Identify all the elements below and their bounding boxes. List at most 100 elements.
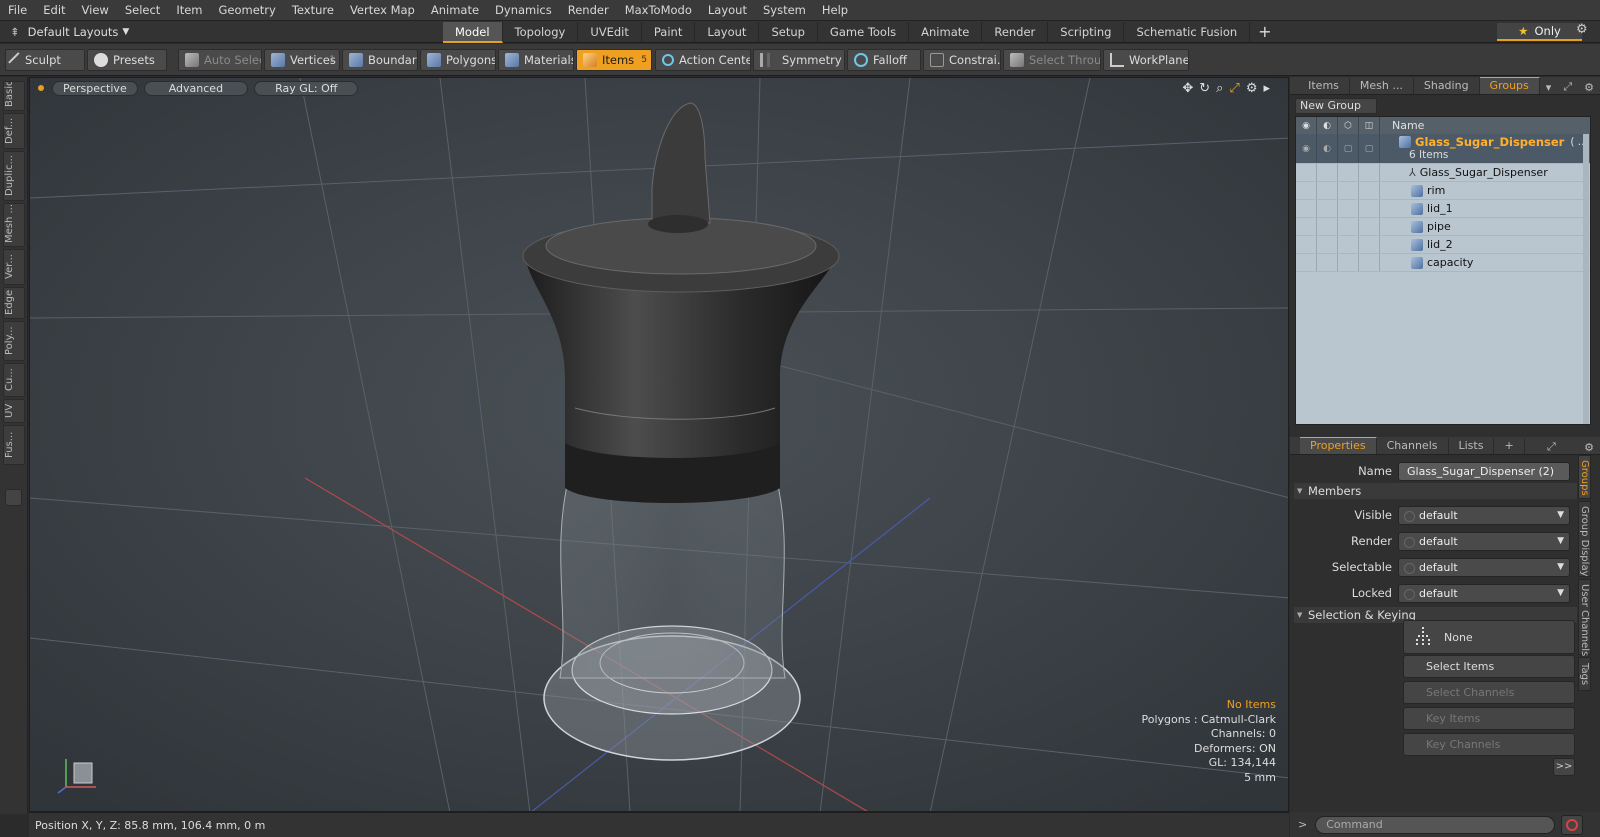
sculpt-button[interactable]: Sculpt [5,49,85,71]
tree-row[interactable]: ⅄ Glass_Sugar_Dispenser [1296,164,1590,182]
render-toggle[interactable]: ◐ [1317,134,1338,163]
tab-paint[interactable]: Paint [642,22,696,43]
key-channels-button[interactable]: Key Channels [1403,733,1575,756]
tree-scrollbar[interactable] [1583,134,1589,424]
visibility-toggle[interactable]: ◉ [1296,134,1317,163]
visibility-header-icon[interactable]: ◉ [1296,117,1317,134]
new-group-button[interactable]: New Group [1295,98,1377,114]
advanced-button[interactable]: Advanced [143,80,249,96]
tree-row[interactable]: pipe [1296,218,1590,236]
left-tab-fusion[interactable]: Fus... [3,425,25,465]
left-tab-expand-button[interactable] [5,489,22,506]
only-button[interactable]: ★ Only [1497,23,1582,41]
auto-select-button[interactable]: Auto Select [178,49,262,71]
left-tab-mesh[interactable]: Mesh ... [3,203,25,247]
key-items-button[interactable]: Key Items [1403,707,1575,730]
fit-view-icon[interactable]: ⤢ [1229,81,1239,96]
render-header-icon[interactable]: ◐ [1317,117,1338,134]
menu-file[interactable]: File [0,0,35,21]
selectable-dropdown[interactable]: default ▼ [1398,557,1570,577]
left-tab-duplicate[interactable]: Duplic... [3,151,25,201]
side-tab-groups[interactable]: Groups [1578,455,1591,499]
left-tab-polygon[interactable]: Poly... [3,321,25,361]
tab-schematic-fusion[interactable]: Schematic Fusion [1124,22,1251,43]
group-row[interactable]: ◉ ◐ ▢ ▢ Glass_Sugar_Dispenser ( ... 6 It… [1296,134,1590,164]
menu-help[interactable]: Help [814,0,856,21]
add-tab-icon[interactable]: + [1250,21,1279,43]
tree-row[interactable]: lid_2 [1296,236,1590,254]
locked-dropdown[interactable]: default ▼ [1398,583,1570,603]
left-tab-edge[interactable]: Edge [3,287,25,319]
tab-items[interactable]: Items [1298,78,1350,94]
menu-view[interactable]: View [74,0,117,21]
tab-animate[interactable]: Animate [909,22,983,43]
more-button[interactable]: >> [1553,758,1575,776]
perspective-button[interactable]: Perspective [52,80,138,96]
constraints-button[interactable]: Constrai... [923,49,1001,71]
menu-render[interactable]: Render [560,0,617,21]
menu-dynamics[interactable]: Dynamics [487,0,560,21]
tab-lists[interactable]: Lists [1449,438,1495,454]
viewport-menu-dot[interactable] [38,85,44,91]
keying-none-button[interactable]: None [1403,620,1575,654]
menu-animate[interactable]: Animate [423,0,487,21]
tab-setup[interactable]: Setup [759,22,818,43]
tab-shading[interactable]: Shading [1414,78,1480,94]
side-tab-tags[interactable]: Tags [1578,657,1591,691]
select-header-icon[interactable]: ◫ [1359,117,1380,134]
render-dropdown[interactable]: default ▼ [1398,531,1570,551]
menu-system[interactable]: System [755,0,814,21]
items-button[interactable]: Items 5 [576,49,652,71]
menu-vertex-map[interactable]: Vertex Map [342,0,423,21]
tab-groups[interactable]: Groups [1479,77,1540,94]
menu-layout[interactable]: Layout [700,0,755,21]
tab-topology[interactable]: Topology [503,22,579,43]
move-view-icon[interactable]: ✥ [1182,81,1193,96]
workplane-button[interactable]: WorkPlane [1103,49,1189,71]
tab-properties[interactable]: Properties [1300,437,1377,454]
tab-mesh[interactable]: Mesh ... [1350,78,1414,94]
zoom-view-icon[interactable]: ⌕ [1216,81,1223,96]
menu-item[interactable]: Item [168,0,210,21]
menu-edit[interactable]: Edit [35,0,73,21]
raygl-button[interactable]: Ray GL: Off [254,80,359,96]
layout-selector[interactable]: ⇞ Default Layouts ▼ [0,25,150,39]
gear-icon[interactable]: ⚙ [1576,22,1588,37]
tree-row[interactable]: capacity [1296,254,1590,272]
vertices-button[interactable]: Vertices 1 [264,49,340,71]
viewport-gear-icon[interactable]: ⚙ [1246,81,1258,96]
falloff-button[interactable]: Falloff [847,49,921,71]
tab-uvedit[interactable]: UVEdit [578,22,642,43]
action-center-button[interactable]: Action Center [655,49,751,71]
tab-render[interactable]: Render [982,22,1049,43]
side-tab-group-display[interactable]: Group Display [1578,501,1591,577]
select-through-button[interactable]: Select Through [1003,49,1101,71]
left-tab-uv[interactable]: UV [3,399,25,423]
presets-button[interactable]: Presets [87,49,167,71]
select-channels-button[interactable]: Select Channels [1403,681,1575,704]
tree-row[interactable]: lid_1 [1296,200,1590,218]
menu-geometry[interactable]: Geometry [211,0,284,21]
left-tab-deform[interactable]: Def... [3,113,25,149]
tab-layout[interactable]: Layout [695,22,760,43]
3d-viewport[interactable]: Perspective Advanced Ray GL: Off ✥ ↻ ⌕ ⤢… [29,77,1289,812]
tabs-dropdown-icon[interactable]: ▾ [1540,81,1558,94]
polygons-button[interactable]: Polygons [420,49,496,71]
tab-scripting[interactable]: Scripting [1048,22,1125,43]
left-tab-vertex[interactable]: Ver... [3,249,25,285]
side-tab-user-channels[interactable]: User Channels [1578,579,1591,656]
tree-row[interactable]: rim [1296,182,1590,200]
select-toggle[interactable]: ▢ [1359,134,1380,163]
menu-maxtomodo[interactable]: MaxToModo [617,0,700,21]
select-items-button[interactable]: Select Items [1403,655,1575,678]
lock-header-icon[interactable]: ⬡ [1338,117,1359,134]
record-macro-button[interactable] [1561,814,1584,835]
panel-expand-icon[interactable]: ⤢ [1557,80,1578,94]
symmetry-button[interactable]: Symmetry [753,49,845,71]
left-tab-curve[interactable]: Cu... [3,363,25,397]
panel-gear-icon[interactable]: ⚙ [1578,441,1600,454]
tab-model[interactable]: Model [443,22,503,43]
visible-dropdown[interactable]: default ▼ [1398,505,1570,525]
tab-channels[interactable]: Channels [1377,438,1449,454]
viewport-expand-icon[interactable]: ▸ [1263,81,1270,96]
